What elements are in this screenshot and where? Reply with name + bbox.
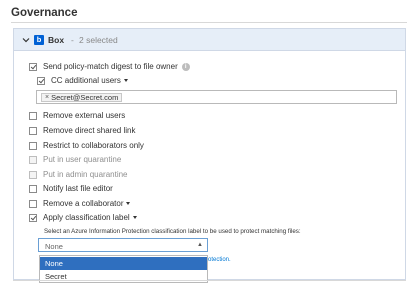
section-title: Governance [11,7,78,19]
admin-quarantine-option: Put in admin quarantine [29,169,128,180]
apply-label-checkbox[interactable] [29,213,37,222]
email-tag: × Secret@Secret.com [41,92,123,102]
remove-shared-link-option[interactable]: Remove direct shared link [29,125,135,136]
chevron-up-icon[interactable]: ▲ [197,242,203,248]
notify-editor-label: Notify last file editor [43,184,113,193]
caret-down-icon[interactable] [123,79,128,82]
user-quarantine-checkbox [29,155,37,164]
help-link[interactable]: otection. [208,257,231,263]
send-digest-option[interactable]: Send policy-match digest to file owner i [29,61,190,72]
panel-header[interactable]: b Box - 2 selected [14,29,405,51]
select-value: None [45,242,63,251]
user-quarantine-label: Put in user quarantine [43,155,122,164]
send-digest-label: Send policy-match digest to file owner [43,62,178,71]
section-divider [11,22,407,23]
classification-dropdown-list: None Secret [39,255,208,283]
panel-title: Box [48,35,65,45]
chevron-down-icon[interactable] [21,35,31,45]
selected-count: 2 selected [79,35,118,45]
email-tag-label: Secret@Secret.com [51,92,119,102]
remove-shared-link-label: Remove direct shared link [43,126,136,135]
remove-external-label: Remove external users [43,111,126,120]
box-logo-icon: b [34,35,44,45]
remove-collaborator-option[interactable]: Remove a collaborator [29,198,131,209]
remove-external-checkbox[interactable] [29,111,37,120]
classification-select[interactable]: None ▲ [38,238,208,252]
bottom-divider [13,280,406,281]
notify-editor-option[interactable]: Notify last file editor [29,183,113,194]
cc-users-checkbox[interactable] [37,76,45,85]
apply-label-label: Apply classification label [43,213,130,222]
send-digest-checkbox[interactable] [29,62,37,71]
user-quarantine-option: Put in user quarantine [29,154,121,165]
restrict-collaborators-checkbox[interactable] [29,141,37,150]
caret-down-icon[interactable] [126,202,131,205]
close-icon[interactable]: × [45,94,49,102]
restrict-collaborators-option[interactable]: Restrict to collaborators only [29,140,144,151]
classification-hint: Select an Azure Information Protection c… [44,228,301,235]
dropdown-option-none[interactable]: None [40,257,207,270]
remove-collaborator-label: Remove a collaborator [43,199,124,208]
cc-email-field[interactable]: × Secret@Secret.com [36,90,397,104]
dropdown-option-secret[interactable]: Secret [40,270,207,283]
admin-quarantine-checkbox [29,170,37,179]
info-icon[interactable]: i [181,62,190,71]
notify-editor-checkbox[interactable] [29,184,37,193]
cc-users-label: CC additional users [51,76,121,85]
apply-label-option[interactable]: Apply classification label [29,212,137,223]
panel-title-separator: - [71,35,74,45]
remove-collaborator-checkbox[interactable] [29,199,37,208]
cc-users-option[interactable]: CC additional users [37,75,128,86]
remove-external-option[interactable]: Remove external users [29,110,125,121]
caret-down-icon[interactable] [132,216,137,219]
restrict-collaborators-label: Restrict to collaborators only [43,141,144,150]
admin-quarantine-label: Put in admin quarantine [43,170,128,179]
remove-shared-link-checkbox[interactable] [29,126,37,135]
